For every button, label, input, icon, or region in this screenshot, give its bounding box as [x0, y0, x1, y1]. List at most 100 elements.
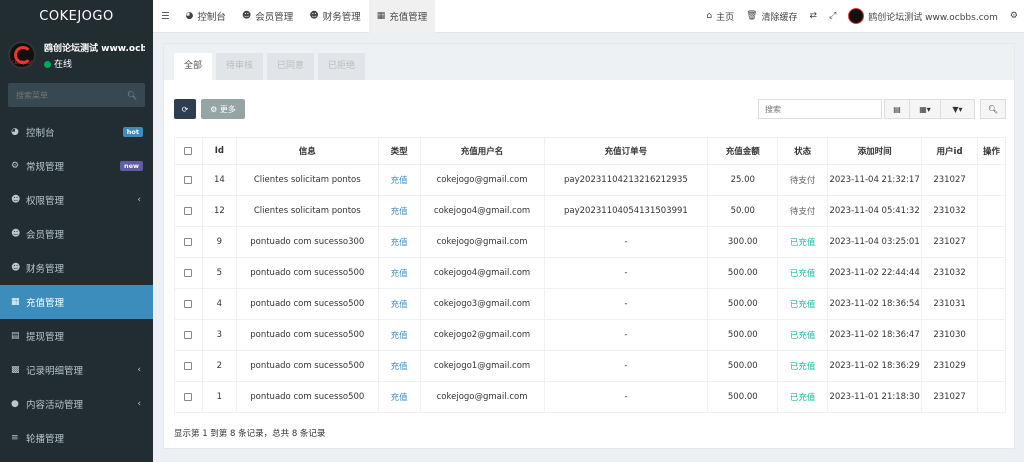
- filter-tab-2[interactable]: 已同意: [267, 53, 315, 80]
- menu-badge: new: [119, 161, 143, 171]
- column-header[interactable]: 操作: [977, 137, 1006, 165]
- cell-type[interactable]: 充值: [377, 381, 421, 413]
- column-header[interactable]: 充值金额: [707, 137, 779, 165]
- column-header[interactable]: 添加时间: [827, 137, 923, 165]
- cell-actions: [977, 226, 1006, 258]
- cell-amount: 50.00: [707, 195, 779, 227]
- cell-order: -: [543, 381, 709, 413]
- sidebar-item-0[interactable]: ◕ 控制台 hot: [0, 115, 153, 149]
- home-link[interactable]: ⌂ 主页: [700, 0, 740, 33]
- column-header[interactable]: 信息: [235, 137, 379, 165]
- cogs-icon: ⚙: [11, 161, 20, 171]
- row-checkbox[interactable]: [174, 288, 203, 320]
- filter-tab-1[interactable]: 待审核: [216, 53, 264, 80]
- column-header[interactable]: 类型: [377, 137, 421, 165]
- cell-status[interactable]: 待支付: [777, 195, 829, 227]
- search-button[interactable]: 🔍︎: [980, 99, 1006, 119]
- filter-tab-3[interactable]: 已拒绝: [318, 53, 366, 80]
- group-icon: ☻: [11, 195, 21, 205]
- row-checkbox[interactable]: [174, 164, 203, 196]
- fullscreen-button[interactable]: ⤢: [823, 0, 842, 33]
- select-all-checkbox[interactable]: [174, 137, 203, 165]
- cell-status[interactable]: 已充值: [777, 288, 829, 320]
- cell-status[interactable]: 已充值: [777, 257, 829, 289]
- dashboard-icon: ◕: [185, 11, 194, 21]
- translate-button[interactable]: ⇄: [804, 0, 824, 33]
- cell-order: -: [543, 288, 709, 320]
- toggle-view-button[interactable]: ▤: [884, 99, 910, 119]
- user-name: 鸥创论坛测试 www.ocbbs: [44, 43, 145, 54]
- cell-info: pontuado com sucesso500: [235, 381, 379, 413]
- row-checkbox[interactable]: [174, 381, 203, 413]
- clear-cache-button[interactable]: 🗑︎ 清除缓存: [740, 0, 803, 33]
- sidebar-item-label: 提现管理: [26, 332, 65, 343]
- column-header[interactable]: 用户id: [921, 137, 978, 165]
- cell-actions: [977, 381, 1006, 413]
- cell-type[interactable]: 充值: [377, 195, 421, 227]
- sidebar-item-5[interactable]: ▦ 充值管理: [0, 285, 153, 319]
- cell-order: -: [543, 226, 709, 258]
- row-checkbox[interactable]: [174, 350, 203, 382]
- refresh-button[interactable]: ⟳: [174, 99, 196, 119]
- cell-info: Clientes solicitam pontos: [235, 195, 379, 227]
- row-checkbox[interactable]: [174, 226, 203, 258]
- fullscreen-icon: ⤢: [829, 11, 837, 21]
- cell-actions: [977, 350, 1006, 382]
- column-header[interactable]: 充值订单号: [543, 137, 709, 165]
- cell-type[interactable]: 充值: [377, 164, 421, 196]
- sidebar-item-2[interactable]: ☻ 权限管理 ‹: [0, 183, 153, 217]
- cell-type[interactable]: 充值: [377, 350, 421, 382]
- sidebar-item-3[interactable]: ☻ 会员管理: [0, 217, 153, 251]
- cell-user: cokejogo4@gmail.com: [419, 257, 545, 289]
- table-search-input[interactable]: [758, 99, 882, 119]
- recharge-table: Id 信息 类型 充值用户名 充值订单号 充值金额 状态 添加时间 用户id 操作 14 Clien…: [174, 137, 1006, 413]
- cell-type[interactable]: 充值: [377, 226, 421, 258]
- filter-tab-0[interactable]: 全部: [174, 53, 213, 80]
- column-header[interactable]: 充值用户名: [419, 137, 545, 165]
- cell-time: 2023-11-04 21:32:17: [827, 164, 923, 196]
- cell-type[interactable]: 充值: [377, 288, 421, 320]
- cell-info: pontuado com sucesso500: [235, 288, 379, 320]
- sidebar-item-label: 内容活动管理: [26, 400, 84, 411]
- sidebar-item-6[interactable]: ▤ 提现管理: [0, 319, 153, 353]
- row-checkbox[interactable]: [174, 195, 203, 227]
- menu-badge: hot: [122, 127, 143, 137]
- top-tab-3[interactable]: ▦ 充值管理: [368, 0, 436, 33]
- app-logo[interactable]: COKEJOGO: [0, 0, 153, 33]
- menu-toggle-button[interactable]: ☰: [153, 0, 178, 33]
- sidebar-item-7[interactable]: ▩ 记录明细管理 ‹: [0, 353, 153, 387]
- top-tab-0[interactable]: ◕ 控制台: [178, 0, 234, 33]
- cell-type[interactable]: 充值: [377, 319, 421, 351]
- cell-user: cokejogo4@gmail.com: [419, 195, 545, 227]
- top-tab-1[interactable]: ☻ 会员管理: [234, 0, 301, 33]
- sidebar-item-4[interactable]: ☻ 财务管理: [0, 251, 153, 285]
- cell-user: cokejogo3@gmail.com: [419, 288, 545, 320]
- column-header[interactable]: Id: [201, 137, 237, 165]
- table-icon: ▤: [893, 104, 901, 114]
- cell-type[interactable]: 充值: [377, 257, 421, 289]
- cell-amount: 300.00: [707, 226, 779, 258]
- sidebar-item-label: 常规管理: [26, 162, 65, 173]
- cell-status[interactable]: 待支付: [777, 164, 829, 196]
- user-menu[interactable]: 鸥创论坛测试 www.ocbbs.com: [842, 0, 1004, 33]
- cell-status[interactable]: 已充值: [777, 350, 829, 382]
- cell-status[interactable]: 已充值: [777, 381, 829, 413]
- cell-status[interactable]: 已充值: [777, 226, 829, 258]
- filter-tabs: 全部 待审核 已同意 已拒绝: [164, 44, 1014, 80]
- sidebar-item-9[interactable]: ≡ 轮播管理: [0, 421, 153, 455]
- row-checkbox[interactable]: [174, 319, 203, 351]
- more-button[interactable]: ⚙ 更多: [201, 99, 245, 119]
- online-dot-icon: [44, 60, 51, 68]
- cell-status[interactable]: 已充值: [777, 319, 829, 351]
- columns-button[interactable]: ▦▾: [909, 99, 941, 119]
- export-button[interactable]: ▼▾: [940, 99, 975, 119]
- sidebar-item-8[interactable]: ● 内容活动管理 ‹: [0, 387, 153, 421]
- cell-actions: [977, 319, 1006, 351]
- menu-search-input[interactable]: [16, 90, 127, 100]
- sidebar-item-1[interactable]: ⚙ 常规管理 new: [0, 149, 153, 183]
- row-checkbox[interactable]: [174, 257, 203, 289]
- top-tab-2[interactable]: ☻ 财务管理: [301, 0, 368, 33]
- columns-icon: ▦▾: [919, 104, 931, 114]
- column-header[interactable]: 状态: [777, 137, 829, 165]
- settings-button[interactable]: ⚙: [1004, 0, 1024, 33]
